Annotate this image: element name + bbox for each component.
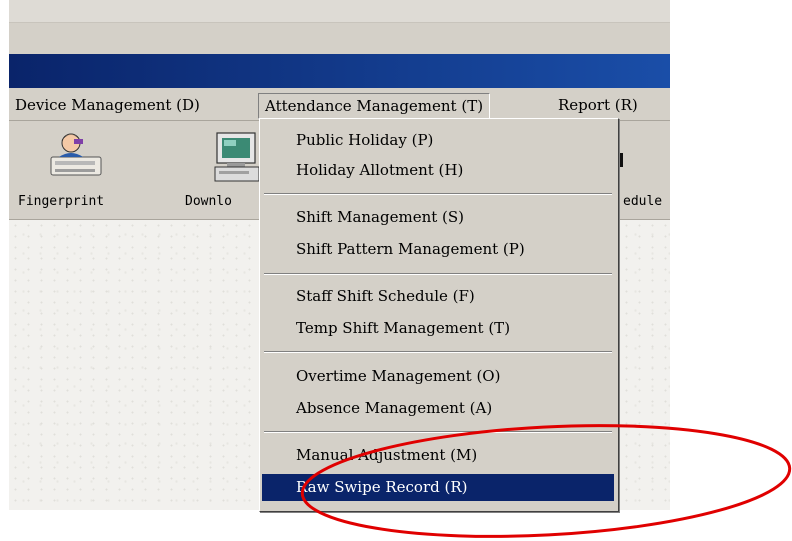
- menu-item-shift-management[interactable]: Shift Management (S): [262, 204, 614, 231]
- menu-item-raw-swipe-record[interactable]: Raw Swipe Record (R): [262, 474, 614, 501]
- menu-item-staff-shift-schedule[interactable]: Staff Shift Schedule (F): [262, 283, 614, 310]
- menu-separator: [264, 431, 612, 433]
- menu-item-holiday-allotment[interactable]: Holiday Allotment (H): [262, 157, 614, 184]
- menu-device-management[interactable]: Device Management (D): [9, 93, 206, 117]
- menu-item-shift-pattern-management[interactable]: Shift Pattern Management (P): [262, 236, 614, 263]
- menu-separator: [264, 351, 612, 353]
- menu-item-temp-shift-management[interactable]: Temp Shift Management (T): [262, 315, 614, 342]
- menu-separator: [264, 273, 612, 275]
- attendance-management-dropdown: Public Holiday (P) Holiday Allotment (H)…: [259, 118, 619, 512]
- download-button[interactable]: [209, 129, 261, 191]
- menu-item-manual-adjustment[interactable]: Manual Adjustment (M): [262, 442, 614, 469]
- download-label: Downlo: [185, 194, 232, 209]
- menu-separator: [264, 193, 612, 195]
- menu-item-public-holiday[interactable]: Public Holiday (P): [262, 127, 614, 154]
- computer-download-icon: [214, 132, 260, 182]
- title-bar: [9, 54, 670, 88]
- schedule-label: edule: [623, 194, 663, 209]
- fingerprint-label: Fingerprint: [18, 194, 105, 209]
- schedule-button[interactable]: [617, 129, 637, 189]
- menu-bar: Device Management (D) Attendance Managem…: [9, 88, 670, 121]
- menu-item-overtime-management[interactable]: Overtime Management (O): [262, 363, 614, 390]
- person-fingerprint-icon: [50, 133, 102, 176]
- fingerprint-button[interactable]: [43, 129, 107, 189]
- window-secondary-strip: [9, 22, 670, 53]
- schedule-icon: [619, 153, 623, 167]
- window-top-strip: [9, 0, 670, 22]
- menu-report[interactable]: Report (R): [552, 93, 644, 117]
- menu-attendance-management[interactable]: Attendance Management (T): [258, 93, 491, 119]
- menu-item-absence-management[interactable]: Absence Management (A): [262, 395, 614, 422]
